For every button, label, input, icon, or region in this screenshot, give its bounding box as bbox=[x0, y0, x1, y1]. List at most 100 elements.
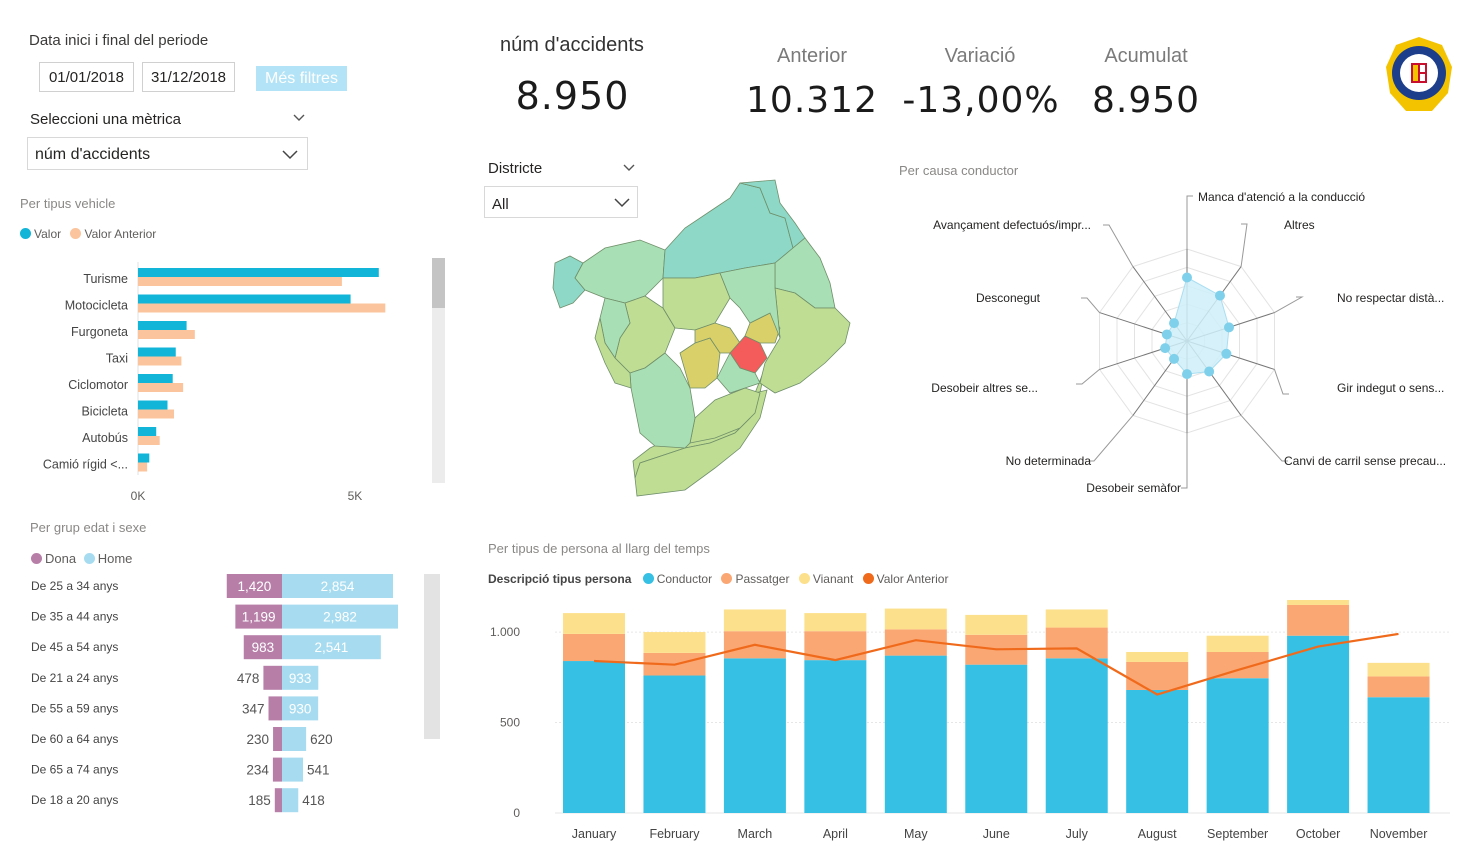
legend-dot-passatger bbox=[721, 573, 733, 584]
radar-point bbox=[1161, 329, 1172, 340]
barcelona-district-map[interactable] bbox=[545, 178, 855, 518]
monthly-ytick: 1.000 bbox=[490, 625, 520, 639]
monthly-bar-conductor bbox=[1367, 697, 1430, 813]
monthly-bar-passatger bbox=[563, 633, 625, 662]
map-region-gracia[interactable] bbox=[662, 272, 731, 331]
age-category-label: De 55 a 59 anys bbox=[31, 701, 118, 715]
vehicle-bar-valor bbox=[138, 400, 168, 410]
monthly-bar-passatger bbox=[1206, 651, 1269, 679]
age-label-home: 620 bbox=[310, 732, 333, 747]
vehicle-bar-valor bbox=[138, 453, 150, 463]
vehicle-chart-title: Per tipus vehicle bbox=[20, 196, 116, 211]
start-date-input[interactable]: 01/01/2018 bbox=[39, 62, 134, 92]
kpi-anterior-value: 10.312 bbox=[746, 80, 878, 121]
legend-dona: Dona bbox=[45, 551, 77, 566]
radar-leader-line bbox=[1181, 433, 1188, 489]
legend-valor-anterior: Valor Anterior bbox=[84, 227, 157, 241]
age-label-home: 933 bbox=[289, 671, 312, 686]
age-label-home: 2,854 bbox=[321, 579, 355, 594]
age-bar-home bbox=[282, 788, 299, 813]
radar-point bbox=[1182, 369, 1192, 380]
age-label-dona: 234 bbox=[246, 763, 269, 778]
metric-dropdown[interactable]: núm d'accidents bbox=[27, 137, 308, 170]
guardia-urbana-badge-icon bbox=[1386, 37, 1452, 111]
age-chart-legend: Dona Home bbox=[31, 551, 132, 566]
chevron-down-icon[interactable] bbox=[292, 113, 306, 123]
monthly-bar-vianant bbox=[804, 613, 867, 632]
legend-dot-home bbox=[83, 553, 95, 564]
radar-chart-title: Per causa conductor bbox=[899, 163, 1019, 178]
map-region-sarria[interactable] bbox=[574, 239, 666, 304]
monthly-bar-conductor bbox=[804, 660, 867, 813]
age-label-dona: 347 bbox=[242, 701, 265, 716]
legend-valor: Valor bbox=[34, 227, 62, 241]
radar-category-label: Desconegut bbox=[976, 291, 1041, 305]
monthly-bar-conductor bbox=[1287, 635, 1350, 813]
age-label-home: 2,982 bbox=[323, 610, 357, 625]
monthly-bar-passatger bbox=[1045, 627, 1108, 659]
legend-title: Descripció tipus persona bbox=[488, 572, 632, 586]
legend-home: Home bbox=[97, 551, 133, 566]
radar-point bbox=[1182, 272, 1192, 283]
monthly-bar-conductor bbox=[643, 675, 706, 813]
vehicle-category-label: Furgoneta bbox=[71, 325, 128, 339]
monthly-bar-conductor bbox=[884, 655, 947, 813]
age-label-dona: 1,199 bbox=[242, 610, 276, 625]
vehicle-bar-valor-anterior bbox=[138, 436, 160, 445]
monthly-bar-conductor bbox=[1126, 689, 1189, 813]
monthly-bar-conductor bbox=[723, 658, 786, 813]
more-filters-button[interactable]: Més filtres bbox=[256, 66, 347, 91]
vehicle-category-label: Motocicleta bbox=[65, 299, 128, 313]
kpi-acumulat-value: 8.950 bbox=[1091, 80, 1201, 121]
radar-point bbox=[1214, 290, 1225, 301]
monthly-xtick: May bbox=[904, 827, 928, 841]
legend-valor-anterior-line: Valor Anterior bbox=[876, 572, 949, 586]
radar-point bbox=[1160, 343, 1171, 354]
age-category-label: De 18 a 20 anys bbox=[31, 793, 118, 807]
age-bar-dona bbox=[274, 788, 282, 813]
age-sex-chart: De 25 a 34 anys 1,420 2,854 De 35 a 44 anys… bbox=[31, 574, 398, 813]
vehicle-xtick: 0K bbox=[131, 489, 146, 503]
age-label-home: 2,541 bbox=[315, 640, 349, 655]
radar-leader-line bbox=[1240, 223, 1248, 267]
monthly-xtick: July bbox=[1066, 827, 1089, 841]
age-category-label: De 45 a 54 anys bbox=[31, 640, 118, 654]
monthly-bar-vianant bbox=[563, 613, 625, 634]
vehicle-category-label: Camió rígid <... bbox=[43, 458, 128, 472]
chevron-down-icon[interactable] bbox=[622, 163, 636, 173]
age-bar-dona bbox=[272, 757, 282, 782]
legend-vianant: Vianant bbox=[812, 572, 854, 586]
age-category-label: De 60 a 64 anys bbox=[31, 732, 118, 746]
district-dropdown-value: All bbox=[492, 196, 509, 213]
kpi-main-label: núm d'accidents bbox=[500, 34, 644, 56]
vehicle-chart-scroll-thumb[interactable] bbox=[432, 258, 445, 308]
radar-leader-line bbox=[1076, 369, 1100, 385]
radar-point bbox=[1221, 348, 1232, 359]
end-date-input[interactable]: 31/12/2018 bbox=[142, 62, 235, 92]
metric-label: Seleccioni una mètrica bbox=[30, 111, 181, 128]
vehicle-bar-valor bbox=[138, 347, 176, 357]
monthly-bar-vianant bbox=[643, 632, 706, 653]
kpi-main-value: 8.950 bbox=[515, 74, 630, 118]
radar-category-label: No respectar distà... bbox=[1337, 291, 1444, 305]
age-label-dona: 185 bbox=[248, 793, 271, 808]
radar-point bbox=[1169, 353, 1180, 364]
district-label: Districte bbox=[488, 160, 543, 177]
age-chart-scrollbar[interactable] bbox=[424, 574, 440, 739]
radar-category-label: Altres bbox=[1284, 218, 1315, 232]
cause-radar-chart: Manca d'atenció a la conducció Altres No r… bbox=[931, 190, 1446, 495]
vehicle-bar-valor bbox=[138, 294, 351, 304]
radar-category-label: Desobeir semàfor bbox=[1086, 481, 1181, 495]
radar-leader-line bbox=[1081, 297, 1100, 313]
age-bar-dona bbox=[263, 665, 282, 690]
age-label-home: 541 bbox=[307, 763, 330, 778]
vehicle-bar-chart: Turisme Motocicleta Furgoneta Taxi Ciclomoto… bbox=[43, 262, 386, 503]
monthly-xtick: November bbox=[1370, 827, 1428, 841]
age-category-label: De 25 a 34 anys bbox=[31, 579, 118, 593]
monthly-bar-vianant bbox=[1367, 662, 1430, 677]
monthly-bar-conductor bbox=[965, 664, 1028, 813]
age-bar-home bbox=[282, 757, 304, 782]
radar-leader-line bbox=[1103, 224, 1134, 267]
monthly-xtick: April bbox=[823, 827, 848, 841]
monthly-chart-legend: Descripció tipus persona Conductor Passa… bbox=[488, 572, 948, 586]
